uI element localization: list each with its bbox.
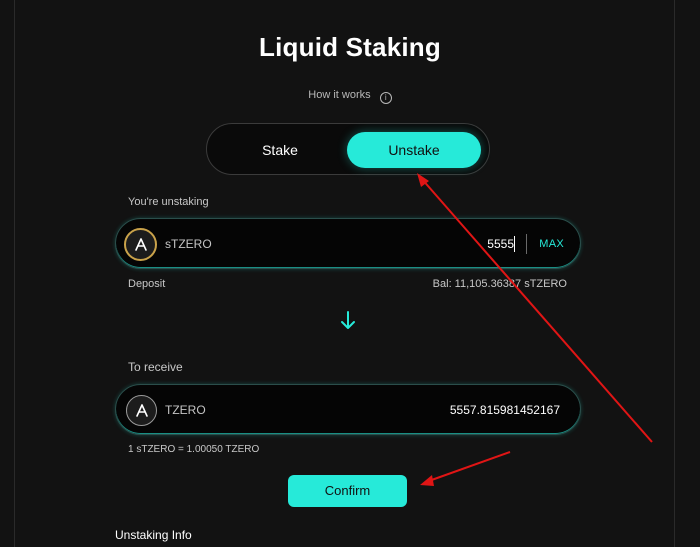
annotation-arrow-to-unstake [420, 177, 653, 443]
annotation-arrows [417, 173, 653, 486]
annotation-arrow-to-confirm [425, 451, 511, 483]
annotation-arrowhead-confirm [420, 475, 434, 486]
